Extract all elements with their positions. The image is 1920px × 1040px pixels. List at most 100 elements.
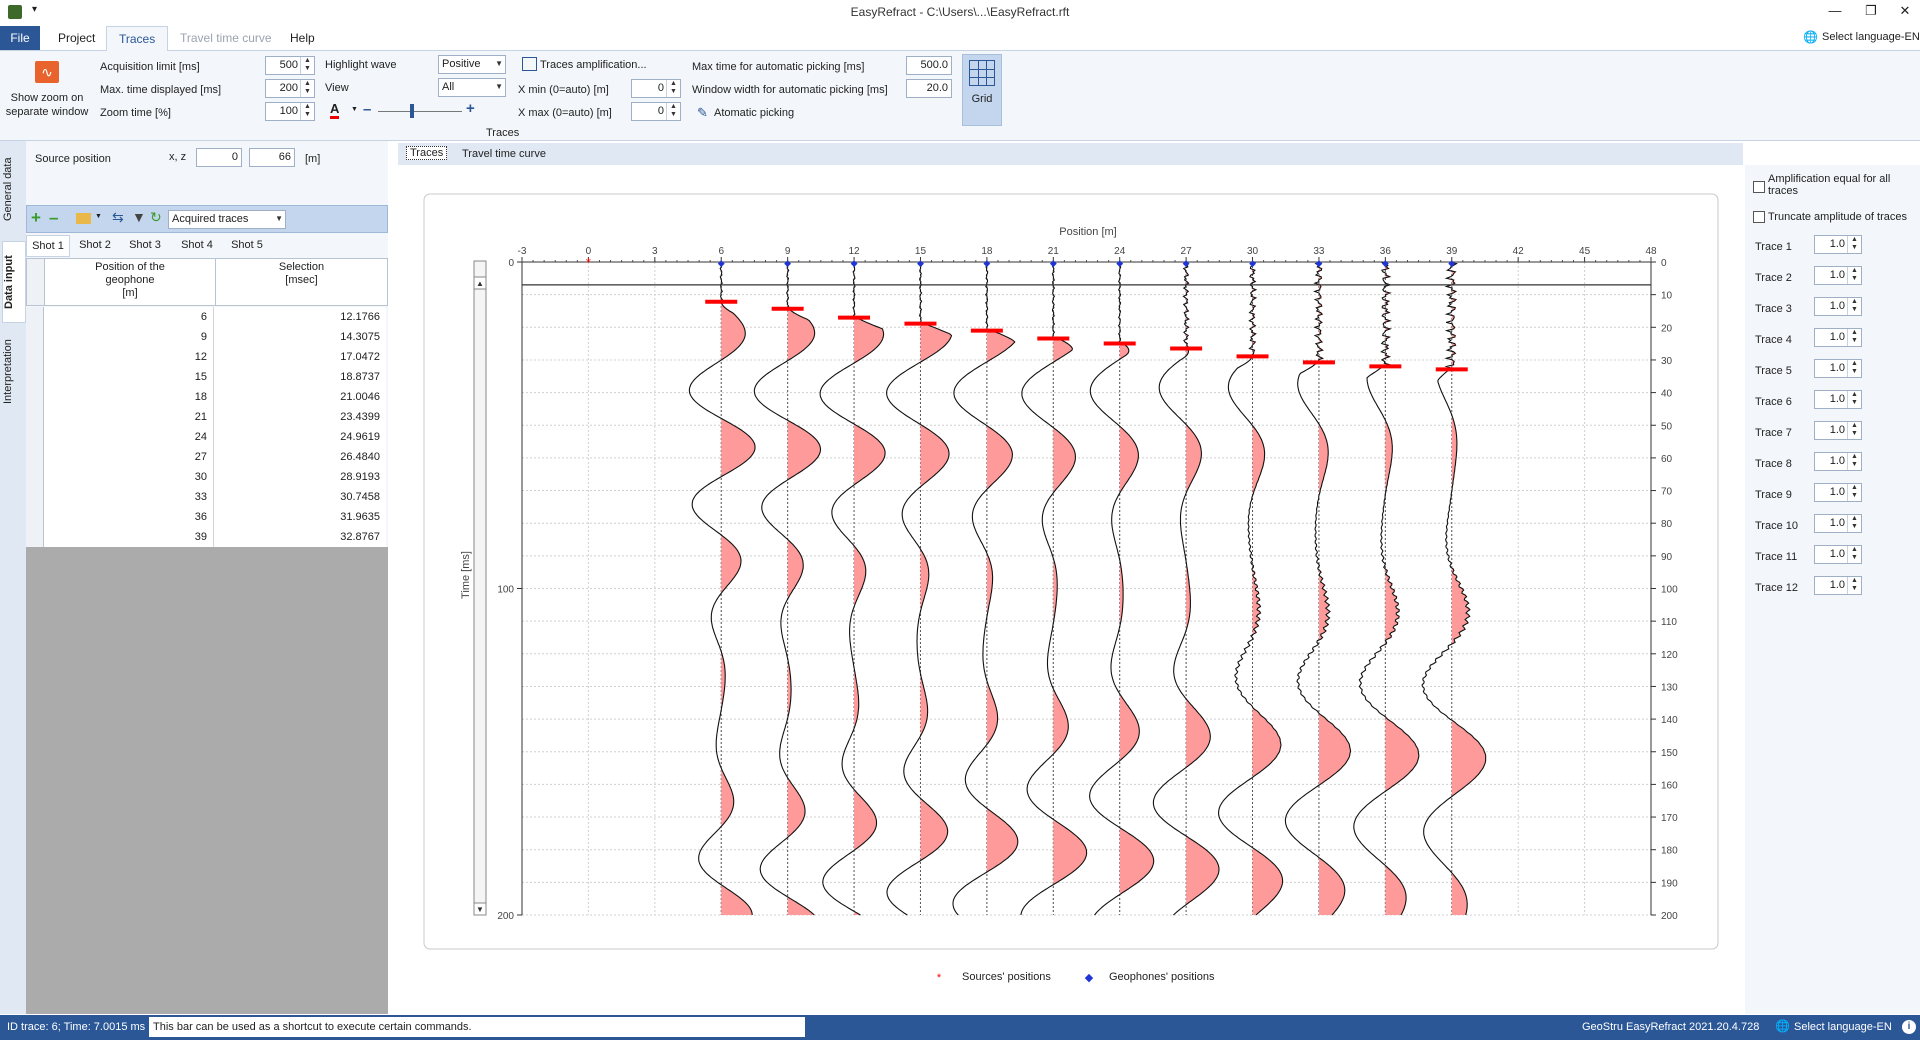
cell-position[interactable]: 30 bbox=[44, 467, 214, 487]
grid-button[interactable]: Grid bbox=[962, 54, 1002, 126]
zoom-time-input[interactable]: 100 ▲ ▼ bbox=[265, 102, 315, 121]
font-color-icon[interactable]: A bbox=[330, 102, 340, 119]
cell-position[interactable]: 36 bbox=[44, 507, 214, 527]
row-selector[interactable] bbox=[26, 487, 44, 507]
acquisition-limit-input[interactable]: 500 ▲ ▼ bbox=[265, 56, 315, 75]
font-color-dropdown-icon[interactable]: ▼ bbox=[351, 106, 358, 113]
auto-picking-icon[interactable]: ✎ bbox=[697, 105, 708, 121]
table-row[interactable]: 15 18.8737 bbox=[26, 367, 386, 388]
cell-selection[interactable]: 30.7458 bbox=[215, 487, 386, 507]
cell-selection[interactable]: 14.3075 bbox=[215, 327, 386, 347]
select-language-link[interactable]: Select language-EN bbox=[1822, 31, 1920, 43]
cell-position[interactable]: 33 bbox=[44, 487, 214, 507]
filter-icon[interactable]: ▼ bbox=[132, 209, 146, 225]
table-row[interactable]: 6 12.1766 bbox=[26, 307, 386, 328]
row-selector[interactable] bbox=[26, 467, 44, 487]
cell-selection[interactable]: 12.1766 bbox=[215, 307, 386, 327]
refresh-icon[interactable]: ↻ bbox=[150, 209, 162, 226]
table-row[interactable]: 33 30.7458 bbox=[26, 487, 386, 508]
traces-type-select[interactable]: Acquired traces ▼ bbox=[168, 210, 286, 229]
traces-amplification-icon[interactable] bbox=[522, 57, 537, 71]
row-selector[interactable] bbox=[26, 407, 44, 427]
row-selector[interactable] bbox=[26, 307, 44, 327]
truncate-checkbox[interactable] bbox=[1753, 211, 1765, 223]
cell-position[interactable]: 27 bbox=[44, 447, 214, 467]
max-auto-picking-input[interactable]: 500.0 bbox=[906, 56, 952, 75]
source-z-input[interactable]: 66 bbox=[249, 148, 295, 167]
cell-position[interactable]: 39 bbox=[44, 527, 214, 547]
row-selector[interactable] bbox=[26, 447, 44, 467]
row-selector[interactable] bbox=[26, 527, 44, 547]
row-selector[interactable] bbox=[26, 327, 44, 347]
tab-shot-1[interactable]: Shot 1 bbox=[26, 235, 70, 257]
cell-selection[interactable]: 32.8767 bbox=[215, 527, 386, 547]
status-language-link[interactable]: Select language-EN bbox=[1794, 1021, 1892, 1033]
trace-amplification-input[interactable]: 1.0 ▲ ▼ bbox=[1814, 452, 1862, 471]
zoom-slider-thumb[interactable] bbox=[410, 104, 414, 118]
tab-traces-chart[interactable]: Traces bbox=[406, 146, 448, 160]
table-row[interactable]: 24 24.9619 bbox=[26, 427, 386, 448]
table-row[interactable]: 9 14.3075 bbox=[26, 327, 386, 348]
folder-dropdown-icon[interactable]: ▼ bbox=[95, 213, 102, 220]
cell-selection[interactable]: 26.4840 bbox=[215, 447, 386, 467]
table-row[interactable]: 12 17.0472 bbox=[26, 347, 386, 368]
table-row[interactable]: 39 32.8767 bbox=[26, 527, 386, 548]
close-button[interactable]: ✕ bbox=[1890, 3, 1920, 21]
tab-project[interactable]: Project bbox=[46, 26, 107, 50]
trace-amplification-input[interactable]: 1.0 ▲ ▼ bbox=[1814, 328, 1862, 347]
tab-shot-3[interactable]: Shot 3 bbox=[122, 235, 168, 255]
maximize-button[interactable]: ❐ bbox=[1856, 3, 1886, 21]
row-selector[interactable] bbox=[26, 347, 44, 367]
table-row[interactable]: 30 28.9193 bbox=[26, 467, 386, 488]
highlight-wave-select[interactable]: Positive ▼ bbox=[438, 55, 506, 74]
tab-general-data[interactable]: General data bbox=[2, 147, 24, 231]
cell-selection[interactable]: 17.0472 bbox=[215, 347, 386, 367]
tab-data-input[interactable]: Data input bbox=[2, 241, 26, 323]
cell-selection[interactable]: 18.8737 bbox=[215, 367, 386, 387]
row-selector[interactable] bbox=[26, 507, 44, 527]
xmin-input[interactable]: 0 ▲ ▼ bbox=[631, 79, 681, 98]
tab-travel-time-curve[interactable]: Travel time curve bbox=[168, 26, 284, 50]
tab-shot-5[interactable]: Shot 5 bbox=[224, 235, 270, 255]
traces-chart[interactable]: -3 0 3 6 9 12 15 18 21 24 27 30 33 36 39 42 45 4801020304… bbox=[398, 165, 1743, 1015]
swap-icon[interactable]: ⇆ bbox=[112, 209, 124, 226]
tab-traces[interactable]: Traces bbox=[106, 26, 169, 52]
minimize-button[interactable]: — bbox=[1820, 3, 1850, 21]
tab-shot-4[interactable]: Shot 4 bbox=[174, 235, 220, 255]
globe-icon[interactable]: 🌐 bbox=[1775, 1019, 1790, 1033]
traces-amplification-button[interactable]: Traces amplification... bbox=[540, 59, 647, 71]
row-selector[interactable] bbox=[26, 387, 44, 407]
table-row[interactable]: 27 26.4840 bbox=[26, 447, 386, 468]
zoom-window-button[interactable]: ∿ Show zoom on separate window bbox=[4, 59, 90, 129]
trace-amplification-input[interactable]: 1.0 ▲ ▼ bbox=[1814, 266, 1862, 285]
amp-equal-checkbox[interactable] bbox=[1753, 181, 1765, 193]
trace-amplification-input[interactable]: 1.0 ▲ ▼ bbox=[1814, 359, 1862, 378]
tab-travel-time-chart[interactable]: Travel time curve bbox=[462, 148, 546, 160]
cell-selection[interactable]: 23.4399 bbox=[215, 407, 386, 427]
view-select[interactable]: All ▼ bbox=[438, 78, 506, 97]
column-header-selection[interactable]: Selection [msec] bbox=[216, 261, 387, 287]
cell-position[interactable]: 18 bbox=[44, 387, 214, 407]
row-selector[interactable] bbox=[26, 367, 44, 387]
language-icon[interactable]: 🌐 bbox=[1803, 30, 1818, 44]
tab-help[interactable]: Help bbox=[278, 26, 327, 50]
xmax-input[interactable]: 0 ▲ ▼ bbox=[631, 102, 681, 121]
trace-amplification-input[interactable]: 1.0 ▲ ▼ bbox=[1814, 514, 1862, 533]
cell-position[interactable]: 24 bbox=[44, 427, 214, 447]
trace-amplification-input[interactable]: 1.0 ▲ ▼ bbox=[1814, 483, 1862, 502]
trace-amplification-input[interactable]: 1.0 ▲ ▼ bbox=[1814, 545, 1862, 564]
command-bar-input[interactable]: This bar can be used as a shortcut to ex… bbox=[149, 1017, 805, 1037]
tab-interpretation[interactable]: Interpretation bbox=[2, 327, 24, 417]
zoom-slider[interactable] bbox=[378, 111, 462, 112]
cell-position[interactable]: 21 bbox=[44, 407, 214, 427]
remove-icon[interactable]: – bbox=[49, 208, 58, 228]
trace-amplification-input[interactable]: 1.0 ▲ ▼ bbox=[1814, 235, 1862, 254]
cell-position[interactable]: 9 bbox=[44, 327, 214, 347]
trace-amplification-input[interactable]: 1.0 ▲ ▼ bbox=[1814, 297, 1862, 316]
trace-amplification-input[interactable]: 1.0 ▲ ▼ bbox=[1814, 390, 1862, 409]
cell-selection[interactable]: 24.9619 bbox=[215, 427, 386, 447]
table-row[interactable]: 18 21.0046 bbox=[26, 387, 386, 408]
zoom-out-icon[interactable]: – bbox=[363, 101, 371, 118]
cell-selection[interactable]: 31.9635 bbox=[215, 507, 386, 527]
cell-selection[interactable]: 28.9193 bbox=[215, 467, 386, 487]
